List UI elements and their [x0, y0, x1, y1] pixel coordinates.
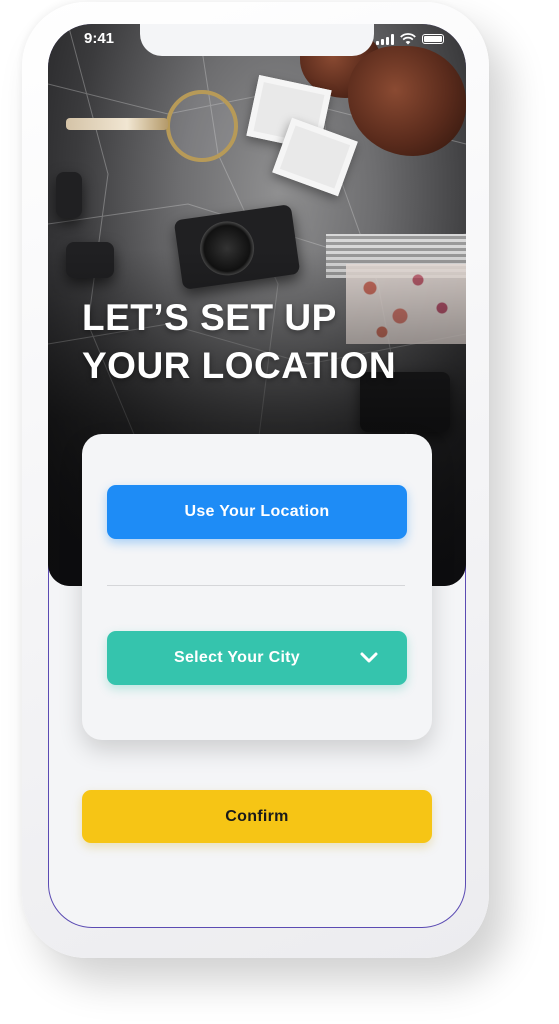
location-card: Use Your Location Select Your City	[82, 434, 432, 740]
notch	[140, 24, 374, 56]
wifi-icon	[400, 33, 416, 45]
use-location-label: Use Your Location	[184, 503, 330, 520]
page-title: LET’S SET UP YOUR LOCATION	[82, 294, 452, 390]
divider	[107, 585, 405, 586]
status-bar: 9:41	[48, 24, 466, 58]
status-time: 9:41	[84, 30, 115, 47]
battery-icon	[422, 34, 444, 44]
select-city-dropdown[interactable]: Select Your City	[107, 631, 407, 685]
confirm-button[interactable]: Confirm	[82, 790, 432, 843]
page-title-line-1: LET’S SET UP	[82, 297, 337, 338]
confirm-label: Confirm	[225, 807, 289, 825]
page-title-line-2: YOUR LOCATION	[82, 345, 397, 386]
select-city-label: Select Your City	[173, 649, 301, 666]
app-screen: 9:41 LET’S SET UP YOUR LOCATION Use Your…	[48, 24, 466, 928]
chevron-down-icon	[360, 652, 378, 663]
signal-icon	[376, 33, 394, 45]
use-location-button[interactable]: Use Your Location	[107, 485, 407, 539]
